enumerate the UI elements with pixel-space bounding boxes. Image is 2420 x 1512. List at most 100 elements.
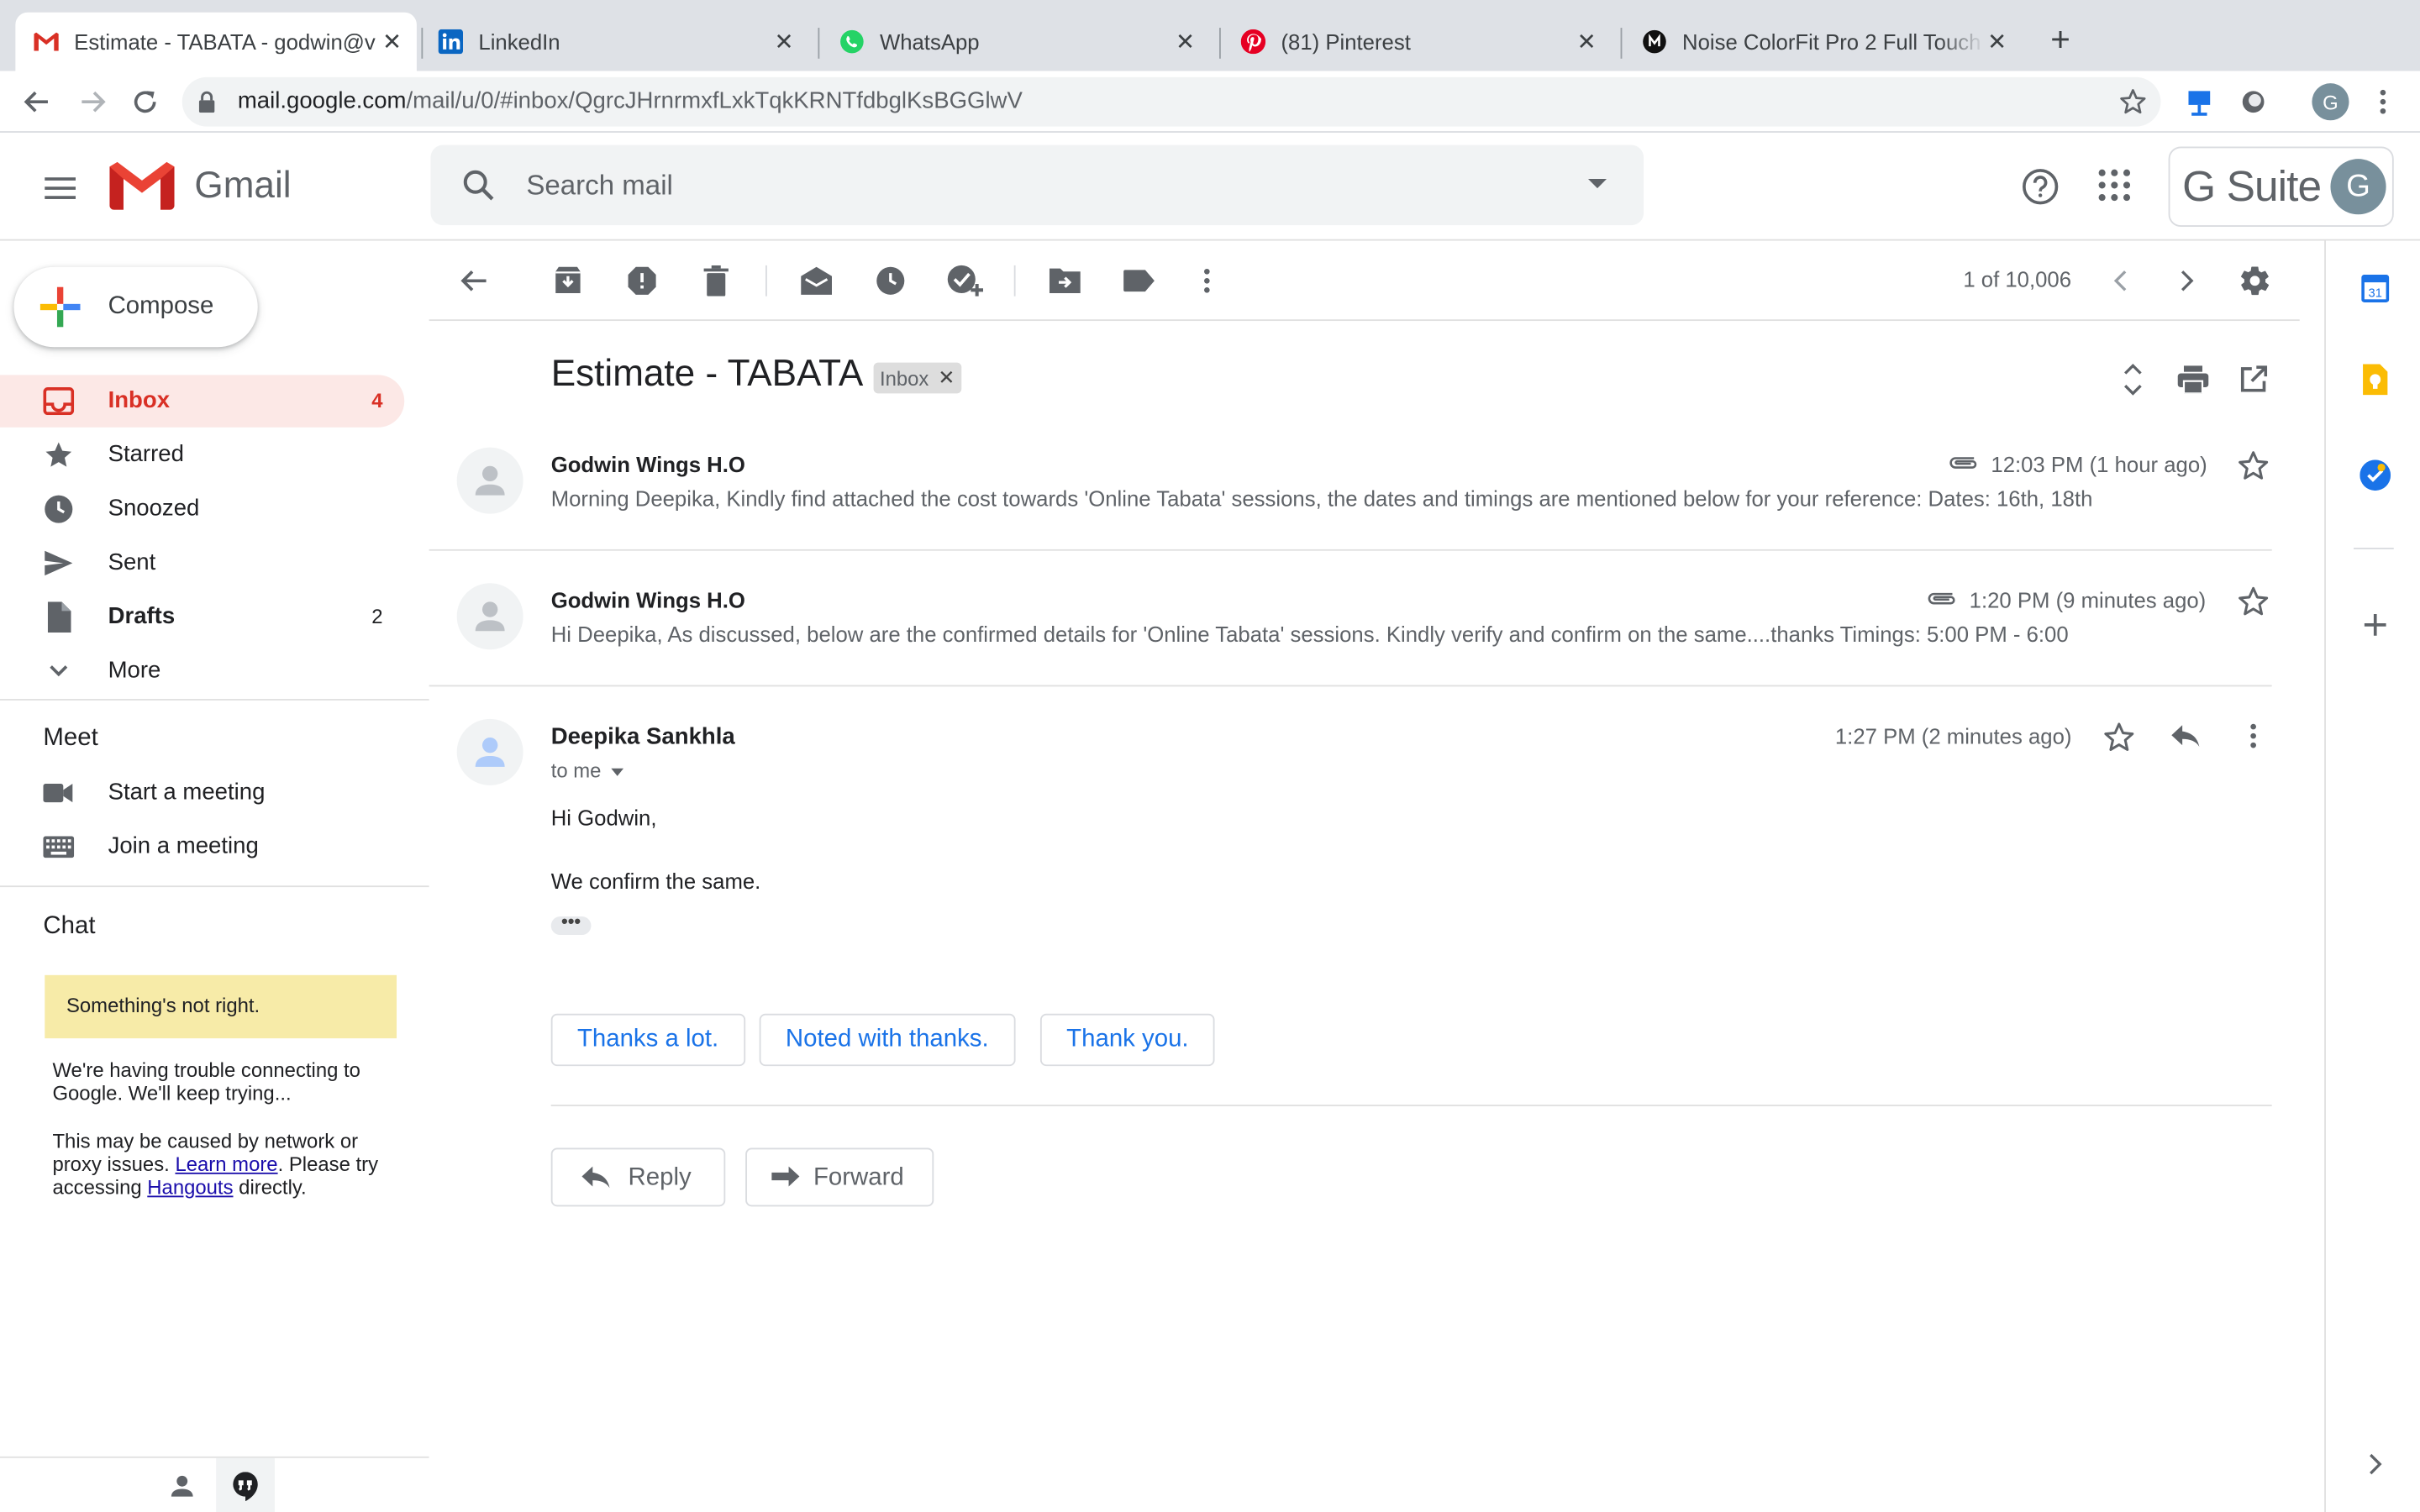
add-to-tasks-icon[interactable] [946,262,984,299]
hangouts-link[interactable]: Hangouts [147,1176,233,1200]
recipient-details-toggle[interactable]: to me [551,759,623,782]
browser-tab-gmail[interactable]: Estimate - TABATA - godwin@v ✕ [15,12,417,71]
smart-reply-chip[interactable]: Thanks a lot. [550,1013,745,1067]
browser-tab-pinterest[interactable]: (81) Pinterest ✕ [1238,13,1611,71]
snooze-clock-icon[interactable] [872,262,909,299]
browser-tab-whatsapp[interactable]: WhatsApp ✕ [837,13,1210,71]
gsuite-g: G [2182,161,2216,210]
more-options-icon[interactable] [1188,262,1225,299]
account-avatar[interactable]: G [2330,159,2386,215]
sidebar-item-snoozed[interactable]: Snoozed [0,483,404,535]
reply-arrow-icon[interactable] [2170,723,2201,756]
tab-close-icon[interactable]: ✕ [1173,29,1197,55]
google-calendar-icon[interactable]: 31 [2360,273,2391,304]
tab-close-icon[interactable]: ✕ [380,29,404,55]
browser-tab-noise[interactable]: Noise ColorFit Pro 2 Full Touch ✕ [1639,13,2023,71]
browser-tab-linkedin[interactable]: LinkedIn ✕ [435,13,808,71]
tab-title: (81) Pinterest [1281,29,1411,55]
star-toggle-icon[interactable] [2236,449,2270,491]
sidebar-item-label: Sent [108,549,156,576]
extension-flag-icon[interactable] [2181,83,2217,120]
bookmark-star-icon[interactable] [2118,87,2149,125]
label-tag-icon[interactable] [1120,262,1157,299]
inbox-label-chip: Inbox ✕ [873,362,961,394]
sidebar-item-label: Drafts [108,603,176,630]
message-snippet: Morning Deepika, Kindly find attached th… [550,486,2093,511]
start-meeting-item[interactable]: Start a meeting [0,767,404,819]
show-side-panel-chevron-icon[interactable] [2360,1449,2391,1480]
star-toggle-icon[interactable] [2102,721,2136,763]
learn-more-link[interactable]: Learn more [175,1152,277,1176]
google-tasks-icon[interactable] [2360,459,2391,491]
browser-profile-avatar[interactable]: G [2312,83,2349,121]
sidebar-item-label: Snoozed [108,495,200,522]
forward-arrow-icon [771,1165,802,1198]
collapsed-message-1[interactable]: Godwin Wings H.O 12:03 PM (1 hour ago) M… [429,438,2272,549]
gmail-wordmark[interactable]: Gmail [194,165,291,208]
email-subject: Estimate - TABATA [550,353,864,396]
tab-title: Noise ColorFit Pro 2 Full Touch [1682,29,1981,55]
sidebar-item-more[interactable]: More [0,645,404,697]
print-icon[interactable] [2175,361,2212,398]
smart-reply-chip[interactable]: Thank you. [1039,1013,1215,1067]
search-options-dropdown-icon[interactable] [1588,179,1607,189]
contacts-person-icon[interactable] [170,1473,194,1506]
compose-button[interactable]: Compose [13,266,258,348]
reply-button[interactable]: Reply [550,1147,726,1207]
sidebar-item-drafts[interactable]: Drafts 2 [0,591,404,643]
browser-menu-icon[interactable] [2365,83,2402,120]
tab-close-icon[interactable]: ✕ [1985,29,2009,55]
chat-warning-banner: Something's not right. [45,974,397,1039]
collapsed-message-2[interactable]: Godwin Wings H.O 1:20 PM (9 minutes ago)… [429,574,2272,685]
sidebar-bottom-bar [0,1456,429,1512]
help-icon[interactable] [2020,166,2060,214]
show-trimmed-content-button[interactable]: ••• [550,912,592,936]
tab-divider [818,28,820,59]
older-chevron-right-icon[interactable] [2169,262,2206,299]
archive-icon[interactable] [550,262,587,299]
message-more-options-icon[interactable] [2250,723,2256,756]
message-body-line: We confirm the same. [550,869,761,894]
address-bar[interactable]: mail.google.com/mail/u/0/#inbox/QgrcJHrn… [182,76,2161,127]
gsuite-account-box[interactable]: G Suite G [2168,146,2394,228]
search-icon[interactable] [460,166,497,211]
mark-unread-icon[interactable] [798,262,835,299]
gmail-icon [34,29,59,54]
new-tab-button[interactable]: + [2045,23,2076,56]
back-to-inbox-icon[interactable] [455,262,492,299]
back-arrow-icon[interactable] [18,83,55,120]
sidebar-item-inbox[interactable]: Inbox 4 [0,375,405,428]
extension-circle-icon[interactable] [2235,83,2272,120]
join-meeting-item[interactable]: Join a meeting [0,821,404,873]
remove-label-icon[interactable]: ✕ [938,365,955,390]
sender-name[interactable]: Deepika Sankhla [551,723,735,749]
settings-gear-icon[interactable] [2236,262,2273,299]
tab-close-icon[interactable]: ✕ [1574,29,1598,55]
google-keep-icon[interactable] [2360,364,2391,396]
main-menu-icon[interactable] [40,168,81,208]
sidebar-item-starred[interactable]: Starred [0,429,404,481]
delete-trash-icon[interactable] [697,262,734,299]
browser-toolbar: mail.google.com/mail/u/0/#inbox/QgrcJHrn… [0,71,2420,133]
star-toggle-icon[interactable] [2236,585,2270,627]
open-in-new-window-icon[interactable] [2235,361,2272,398]
hangouts-tab[interactable] [216,1457,275,1512]
whatsapp-icon [839,29,864,54]
sidebar-item-sent[interactable]: Sent [0,537,404,589]
get-addons-plus-icon[interactable] [2360,610,2391,641]
sender-name: Godwin Wings H.O [550,587,745,613]
search-mail-bar[interactable]: Search mail [430,144,1644,226]
newer-chevron-left-icon[interactable] [2102,262,2139,299]
expand-all-icon[interactable] [2114,361,2151,398]
smart-reply-chip[interactable]: Noted with thanks. [759,1013,1015,1067]
reload-icon[interactable] [127,83,164,120]
reply-arrow-icon [581,1165,612,1198]
tab-close-icon[interactable]: ✕ [771,29,796,55]
forward-button[interactable]: Forward [745,1147,934,1207]
move-to-icon[interactable] [1046,262,1083,299]
gmail-logo-icon[interactable] [109,160,175,213]
left-sidebar: Compose Inbox 4 Starred Snoozed Sent Dra… [0,241,429,1512]
forward-arrow-icon[interactable] [74,83,111,120]
report-spam-icon[interactable] [623,262,660,299]
google-apps-icon[interactable] [2096,166,2133,211]
